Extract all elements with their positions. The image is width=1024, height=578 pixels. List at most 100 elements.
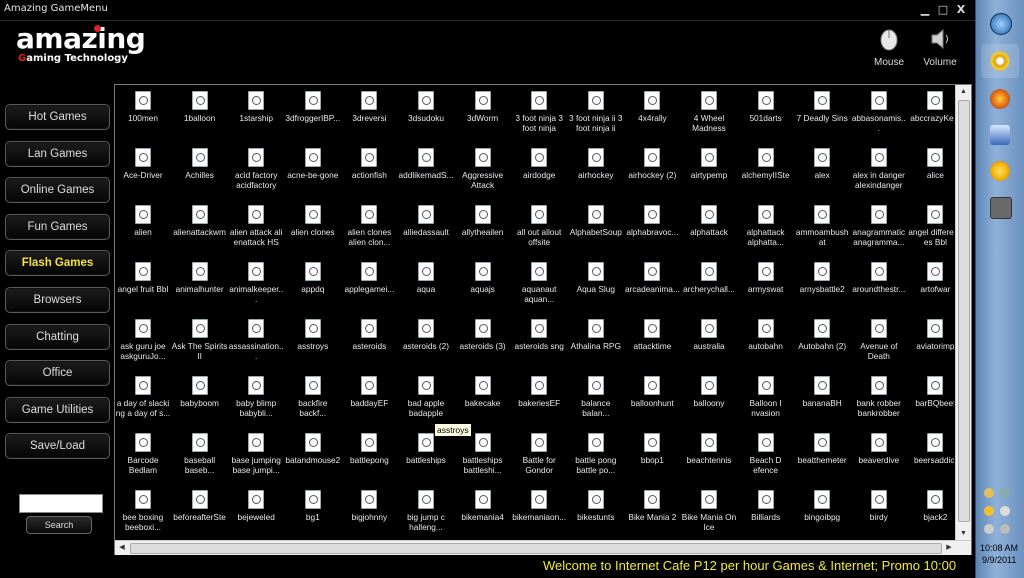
game-item[interactable]: Battle for Gondor — [511, 429, 567, 489]
game-item[interactable]: alphattack — [681, 201, 737, 261]
game-item[interactable]: 3 foot ninja ii 3 foot ninja ii — [568, 87, 624, 147]
game-item[interactable]: alienattackwm — [172, 201, 228, 261]
game-item[interactable]: balance balan... — [568, 372, 624, 432]
game-item[interactable]: balloony — [681, 372, 737, 432]
game-item[interactable]: alchemyIISte — [738, 144, 794, 204]
nav-lan-games[interactable]: Lan Games — [5, 140, 110, 167]
game-item[interactable]: alien — [115, 201, 171, 261]
game-item[interactable]: bee boxing beeboxi... — [115, 486, 171, 541]
game-item[interactable]: alex in danger alexindanger — [851, 144, 907, 204]
game-item[interactable]: allytheailen — [455, 201, 511, 261]
game-item[interactable]: alice — [907, 144, 954, 204]
game-item[interactable]: actionfish — [341, 144, 397, 204]
game-item[interactable]: animalhunter — [172, 258, 228, 318]
game-item[interactable]: bigjohnny — [341, 486, 397, 541]
game-item[interactable]: Balloon I nvasion — [738, 372, 794, 432]
nav-hot-games[interactable]: Hot Games — [5, 104, 110, 130]
tray-network-icon[interactable] — [1000, 488, 1010, 498]
tray-yahoo-icon[interactable] — [984, 506, 994, 516]
game-item[interactable]: autobahn — [738, 315, 794, 375]
game-item[interactable]: battleships battleshi... — [455, 429, 511, 489]
game-item[interactable]: alphattack alphatta... — [738, 201, 794, 261]
game-item[interactable]: angel differenc es Bbl — [907, 201, 954, 261]
search-input[interactable] — [19, 494, 103, 513]
scroll-down-arrow-icon[interactable]: ▼ — [956, 527, 971, 541]
nav-online-games[interactable]: Online Games — [5, 177, 110, 204]
game-item[interactable]: bikemaniaon... — [511, 486, 567, 541]
vertical-scrollbar[interactable]: ▲ ▼ — [955, 85, 971, 541]
game-item[interactable]: Bike Mania 2 — [624, 486, 680, 541]
game-item[interactable]: asteroids sng — [511, 315, 567, 375]
game-item[interactable]: battle pong battle po... — [568, 429, 624, 489]
game-item[interactable]: asteroids (3) — [455, 315, 511, 375]
game-item[interactable]: assassination... — [228, 315, 284, 375]
game-item[interactable]: beachtennis — [681, 429, 737, 489]
game-item[interactable]: armyswat — [738, 258, 794, 318]
game-item[interactable]: alien clones alien clon... — [341, 201, 397, 261]
taskbar-disc-app[interactable] — [981, 44, 1019, 78]
game-item[interactable]: bjack2 — [907, 486, 954, 541]
game-item[interactable]: Beach D efence — [738, 429, 794, 489]
game-item[interactable]: arcadeanima... — [624, 258, 680, 318]
game-item[interactable]: alliedassault — [398, 201, 454, 261]
game-item[interactable]: archerychall... — [681, 258, 737, 318]
game-item[interactable]: asteroids — [341, 315, 397, 375]
scroll-left-arrow-icon[interactable]: ◀ — [115, 541, 129, 555]
game-item[interactable]: 4x4rally — [624, 87, 680, 147]
game-item[interactable]: bananaBH — [794, 372, 850, 432]
game-item[interactable]: bank robber bankrobber — [851, 372, 907, 432]
taskbar-computer[interactable] — [981, 118, 1019, 152]
game-item[interactable]: Athalina RPG — [568, 315, 624, 375]
game-item[interactable]: abbasonamis... — [851, 87, 907, 147]
game-item[interactable]: bejeweled — [228, 486, 284, 541]
game-item[interactable]: addlikemadS... — [398, 144, 454, 204]
game-item[interactable]: Ask The Spirits II — [172, 315, 228, 375]
game-item[interactable]: alex — [794, 144, 850, 204]
clock-date[interactable]: 9/9/2011 — [982, 555, 1016, 565]
nav-office[interactable]: Office — [5, 360, 110, 387]
vertical-scroll-thumb[interactable] — [958, 100, 970, 522]
game-item[interactable]: arnysbattle2 — [794, 258, 850, 318]
game-item[interactable]: asteroids (2) — [398, 315, 454, 375]
game-item[interactable]: batandmouse2 — [285, 429, 341, 489]
tray-monitor-icon[interactable] — [984, 524, 994, 534]
game-item[interactable]: aviatorimp — [907, 315, 954, 375]
game-item[interactable]: alien clones — [285, 201, 341, 261]
game-item[interactable]: 3dWorm — [455, 87, 511, 147]
nav-fun-games[interactable]: Fun Games — [5, 213, 110, 240]
game-item[interactable]: Aqua Slug — [568, 258, 624, 318]
game-item[interactable]: animalkeeper... — [228, 258, 284, 318]
game-item[interactable]: beatthemeter — [794, 429, 850, 489]
game-item[interactable]: 4 Wheel Madness — [681, 87, 737, 147]
game-item[interactable]: asstroys — [285, 315, 341, 375]
game-item[interactable]: Billiards — [738, 486, 794, 541]
game-item[interactable]: 100men — [115, 87, 171, 147]
game-item[interactable]: bingoibpg — [794, 486, 850, 541]
game-item[interactable]: aroundthestr... — [851, 258, 907, 318]
horizontal-scroll-thumb[interactable] — [130, 543, 942, 554]
nav-browsers[interactable]: Browsers — [5, 286, 110, 313]
game-item[interactable]: attacktime — [624, 315, 680, 375]
game-item[interactable]: 1balloon — [172, 87, 228, 147]
search-button[interactable]: Search — [26, 516, 92, 534]
game-item[interactable]: artofwar — [907, 258, 954, 318]
game-item[interactable]: bg1 — [285, 486, 341, 541]
clock-time[interactable]: 10:08 AM — [980, 543, 1018, 553]
game-item[interactable]: a day of slacki ng a day of s... — [115, 372, 171, 432]
game-item[interactable]: Bike Mania On Ice — [681, 486, 737, 541]
volume-settings-button[interactable]: Volume — [915, 26, 965, 70]
title-bar[interactable]: Amazing GameMenu ▁ □ X — [0, 0, 975, 21]
taskbar-yahoo-messenger[interactable] — [981, 154, 1019, 188]
nav-chatting[interactable]: Chatting — [5, 323, 110, 350]
game-item[interactable]: baby blimp babybli... — [228, 372, 284, 432]
game-item[interactable]: 3dfroggerIBP... — [285, 87, 341, 147]
game-item[interactable]: aquanaut aquan... — [511, 258, 567, 318]
scroll-up-arrow-icon[interactable]: ▲ — [956, 85, 971, 99]
minimize-button[interactable]: ▁ — [917, 3, 933, 17]
game-item[interactable]: bikemania4 — [455, 486, 511, 541]
game-item[interactable]: baseball baseb... — [172, 429, 228, 489]
game-item[interactable]: abccrazyKe... — [907, 87, 954, 147]
game-item[interactable]: baddayEF — [341, 372, 397, 432]
game-item[interactable]: appdq — [285, 258, 341, 318]
game-item[interactable]: birdy — [851, 486, 907, 541]
